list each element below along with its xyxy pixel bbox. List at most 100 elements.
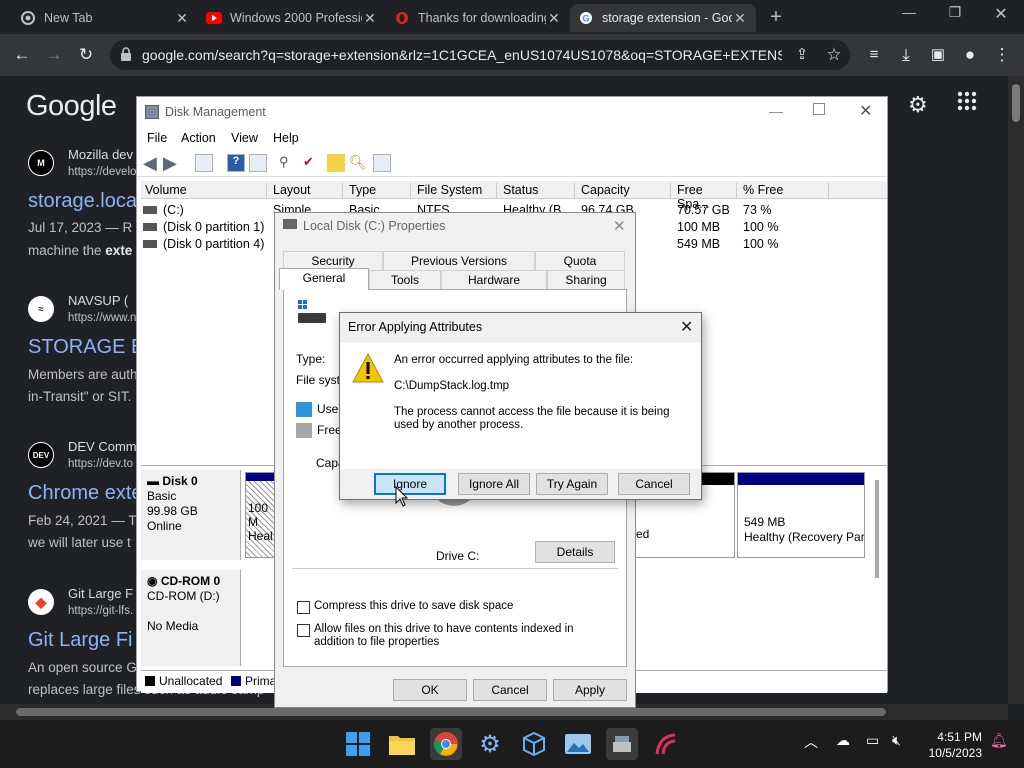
column-volume[interactable]: Volume: [145, 183, 267, 199]
file-explorer-icon[interactable]: [386, 728, 418, 760]
bookmark-star-icon[interactable]: ☆: [822, 43, 846, 67]
share-icon[interactable]: ⇪: [790, 43, 814, 67]
close-tab-icon[interactable]: ✕: [174, 10, 190, 27]
menu-action[interactable]: Action: [181, 131, 216, 145]
column-status[interactable]: Status: [503, 183, 575, 199]
column-file-system[interactable]: File System: [417, 183, 497, 199]
url-text[interactable]: google.com/search?q=storage+extension&rl…: [142, 47, 782, 63]
cancel-button[interactable]: Cancel: [473, 679, 547, 701]
ok-button[interactable]: OK: [393, 679, 467, 701]
close-icon[interactable]: ✕: [680, 317, 693, 337]
result-title-link[interactable]: Git Large Fi: [28, 629, 132, 652]
menu-help[interactable]: Help: [273, 131, 299, 145]
result-site-name[interactable]: Git Large F: [68, 586, 133, 601]
maximize-icon[interactable]: ❐: [932, 4, 978, 26]
photos-icon[interactable]: [562, 728, 594, 760]
virtualbox-icon[interactable]: [518, 728, 550, 760]
chrome-taskbar-icon[interactable]: [430, 728, 462, 760]
close-tab-icon[interactable]: ✕: [732, 10, 748, 27]
close-tab-icon[interactable]: ✕: [362, 10, 378, 27]
volume-muted-icon[interactable]: 🔇︎: [892, 732, 901, 749]
red-app-icon[interactable]: [650, 728, 682, 760]
menu-file[interactable]: File: [147, 131, 167, 145]
column-layout[interactable]: Layout: [273, 183, 343, 199]
check-icon[interactable]: ✔: [303, 154, 321, 172]
disk-management-taskbar-icon[interactable]: [606, 728, 638, 760]
reload-icon[interactable]: ↻: [74, 43, 98, 67]
scrollbar-thumb[interactable]: [16, 708, 886, 716]
notification-bell-icon[interactable]: 🔔︎: [990, 732, 1008, 749]
tab-general[interactable]: General: [279, 268, 369, 290]
cdrom0-label[interactable]: ◉ CD-ROM 0 CD-ROM (D:) No Media: [141, 570, 241, 666]
partition-4[interactable]: 549 MB Healthy (Recovery Par: [737, 472, 865, 558]
tab-google-search[interactable]: G storage extension - Goo ✕: [570, 4, 756, 32]
result-title-link[interactable]: Chrome exte: [28, 482, 143, 505]
properties-icon[interactable]: [373, 154, 391, 172]
close-icon[interactable]: ✕: [613, 217, 626, 235]
column-capacity[interactable]: Capacity: [581, 183, 671, 199]
partition-1[interactable]: 100 M Heal: [245, 472, 277, 558]
result-site-name[interactable]: Mozilla dev: [68, 147, 133, 162]
tab-quota[interactable]: Quota: [535, 251, 625, 271]
media-queue-icon[interactable]: ≡: [862, 43, 886, 67]
scrollbar-thumb[interactable]: [1012, 84, 1020, 122]
tab-youtube[interactable]: Windows 2000 Professional ✕: [198, 4, 386, 32]
ignore-all-button[interactable]: Ignore All: [458, 473, 530, 495]
lock-icon[interactable]: [120, 47, 134, 63]
menu-view[interactable]: View: [231, 131, 258, 145]
tab-new-tab[interactable]: New Tab ✕: [12, 4, 198, 32]
window-title-bar[interactable]: Disk Management — ✕: [137, 97, 887, 127]
graphical-scrollbar[interactable]: [875, 480, 879, 578]
windows-start-icon[interactable]: [342, 728, 374, 760]
clock[interactable]: 4:51 PM 10/5/2023: [922, 729, 982, 761]
back-arrow-icon[interactable]: ◀: [143, 153, 157, 174]
search-icon[interactable]: 🔍︎: [349, 154, 367, 172]
forward-arrow-icon[interactable]: →: [42, 43, 66, 67]
close-tab-icon[interactable]: ✕: [546, 10, 562, 27]
result-url[interactable]: https://git-lfs.: [68, 605, 133, 617]
google-logo[interactable]: Google: [26, 90, 117, 123]
show-hidden-icons-chevron-icon[interactable]: ︿: [804, 732, 818, 752]
close-window-icon[interactable]: ✕: [978, 4, 1024, 26]
close-icon[interactable]: ✕: [859, 101, 872, 121]
help-icon[interactable]: ?: [227, 154, 245, 172]
onedrive-icon[interactable]: ☁: [836, 732, 850, 749]
settings-gear-icon[interactable]: ⚙: [908, 92, 934, 118]
download-icon[interactable]: ⤓: [894, 43, 918, 67]
result-url[interactable]: https://dev.to: [68, 458, 133, 470]
display-icon[interactable]: ▭: [866, 732, 879, 749]
try-again-button[interactable]: Try Again: [536, 473, 608, 495]
settings-gear-icon[interactable]: ⚙: [474, 728, 506, 760]
forward-arrow-icon[interactable]: ▶: [163, 153, 177, 174]
result-site-name[interactable]: DEV Comm: [68, 439, 137, 454]
new-tab-plus-icon[interactable]: +: [764, 6, 788, 28]
result-url[interactable]: https://www.n: [68, 312, 136, 324]
minimize-icon[interactable]: —: [769, 103, 783, 119]
apply-button[interactable]: Apply: [553, 679, 627, 701]
profile-avatar-icon[interactable]: ●: [958, 43, 982, 67]
result-title-link[interactable]: STORAGE E: [28, 336, 144, 359]
result-url[interactable]: https://develo: [68, 166, 136, 178]
tab-tools[interactable]: Tools: [369, 270, 441, 290]
result-title-link[interactable]: storage.loca: [28, 190, 137, 213]
more-menu-icon[interactable]: ⋮: [990, 43, 1014, 67]
console-tree-icon[interactable]: [195, 154, 213, 172]
page-vertical-scrollbar[interactable]: [1008, 76, 1024, 704]
compress-checkbox[interactable]: [297, 601, 310, 614]
show-hide-icon[interactable]: [249, 154, 267, 172]
back-arrow-icon[interactable]: ←: [10, 43, 34, 67]
cancel-button[interactable]: Cancel: [618, 473, 690, 495]
tab-sharing[interactable]: Sharing: [547, 270, 625, 290]
disk0-label[interactable]: ▬ Disk 0 Basic 99.98 GB Online: [141, 470, 241, 560]
connect-icon[interactable]: ⚲: [279, 154, 297, 172]
tab-opera[interactable]: Thanks for downloading ✕: [386, 4, 570, 32]
details-button[interactable]: Details: [535, 541, 615, 563]
apps-grid-icon[interactable]: [956, 90, 980, 114]
column-type[interactable]: Type: [349, 183, 411, 199]
minimize-icon[interactable]: —: [886, 4, 932, 26]
column-percent-free[interactable]: % Free: [743, 183, 829, 199]
column-free-space[interactable]: Free Spa...: [677, 183, 737, 211]
tab-hardware[interactable]: Hardware: [441, 270, 547, 290]
result-site-name[interactable]: NAVSUP (: [68, 293, 128, 308]
side-panel-icon[interactable]: ▣: [926, 43, 950, 67]
